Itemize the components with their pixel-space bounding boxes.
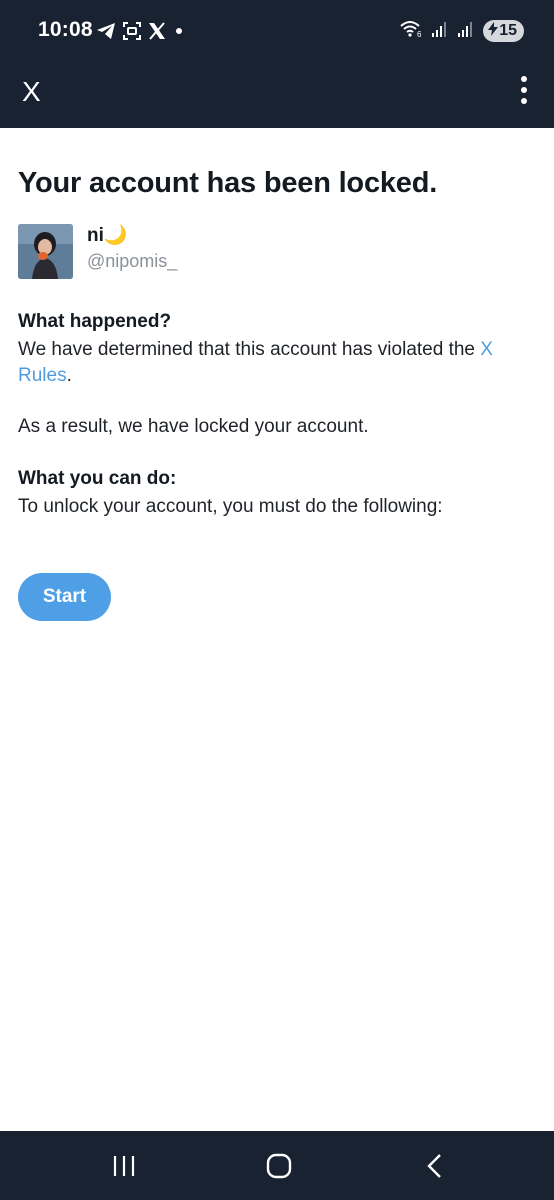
result-text: As a result, we have locked your account… — [18, 416, 369, 437]
unlock-instructions: To unlock your account, you must do the … — [18, 496, 443, 517]
what-you-can-do-heading: What you can do: — [18, 468, 177, 489]
page-title: Your account has been locked. — [18, 167, 438, 199]
main-content: Your account has been locked. ni🌙 @nipom… — [0, 128, 554, 621]
violation-text-before: We have determined that this account has… — [18, 339, 481, 360]
svg-text:6: 6 — [417, 30, 422, 39]
home-icon[interactable] — [263, 1151, 295, 1181]
avatar — [18, 224, 73, 279]
handle: @nipomis_ — [87, 251, 178, 271]
signal-icon — [457, 20, 475, 43]
navigation-bar — [0, 1131, 554, 1200]
battery-level: 15 — [499, 22, 517, 39]
notification-dot-icon — [172, 24, 186, 38]
violation-text-after: . — [66, 365, 72, 386]
screenshot-icon — [122, 21, 142, 41]
recents-icon[interactable] — [108, 1151, 140, 1181]
battery-indicator: 15 — [483, 20, 524, 42]
signal-icon — [431, 20, 449, 43]
app-header: X — [0, 62, 554, 128]
status-bar: 10:08 6 15 — [0, 0, 554, 62]
charging-bolt-icon — [488, 21, 499, 41]
violation-text: We have determined that this account has… — [18, 337, 536, 389]
what-happened-heading: What happened? — [18, 311, 172, 332]
status-left-icons — [96, 19, 186, 43]
more-vertical-icon[interactable] — [516, 74, 532, 106]
display-name: ni🌙 — [87, 225, 128, 246]
start-button[interactable]: Start — [18, 573, 111, 621]
telegram-icon — [96, 22, 116, 40]
status-time: 10:08 — [38, 18, 93, 41]
header-title: X — [22, 76, 41, 107]
status-right-icons: 6 15 — [399, 19, 524, 43]
back-icon[interactable] — [420, 1151, 450, 1181]
x-logo-icon — [148, 22, 166, 40]
profile-card: ni🌙 @nipomis_ — [18, 224, 536, 279]
wifi-6-icon: 6 — [399, 19, 423, 44]
